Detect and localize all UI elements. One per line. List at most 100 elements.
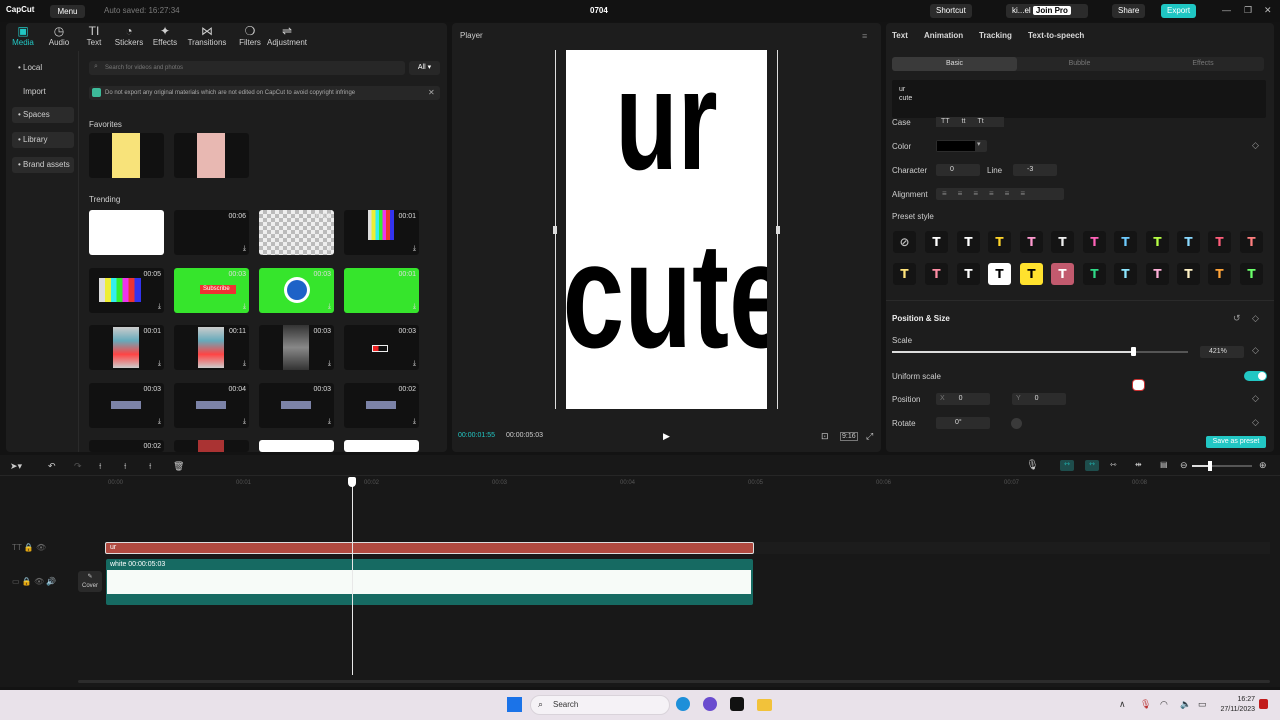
split-icon[interactable]: ⟊ [99, 461, 101, 472]
media-thumbnail[interactable] [259, 440, 334, 452]
preset-style-6[interactable]: T [1051, 231, 1074, 253]
media-thumbnail[interactable]: 00:04 ⤓ [174, 383, 249, 428]
play-icon[interactable]: ▶ [663, 431, 670, 442]
position-y-input[interactable]: Y0 [1012, 393, 1066, 405]
file-explorer-icon[interactable] [757, 699, 772, 711]
zoom-out-icon[interactable]: ⊖ [1180, 460, 1188, 471]
toolbar-effects[interactable]: ✦ Effects [145, 24, 185, 47]
favorite-pink[interactable] [174, 133, 249, 178]
media-thumbnail[interactable]: 00:03 ⤓ [259, 383, 334, 428]
sidebar-item-library[interactable]: • Library [12, 132, 74, 148]
tab-text-to-speech[interactable]: Text-to-speech [1028, 31, 1084, 40]
close-icon[interactable]: ✕ [1264, 5, 1272, 16]
sidebar-item-spaces[interactable]: • Spaces [12, 107, 74, 123]
alignment-buttons[interactable]: ≡≡≡≡≡≡ [936, 188, 1064, 200]
case-lower[interactable]: tt [962, 118, 966, 125]
subtab-effects[interactable]: Effects [1142, 57, 1264, 71]
preset-style-19[interactable]: T [1083, 263, 1106, 285]
preset-style-14[interactable]: T [925, 263, 948, 285]
uniform-scale-toggle[interactable] [1244, 371, 1267, 381]
preset-style-4[interactable]: T [988, 231, 1011, 253]
scale-slider[interactable] [892, 347, 1188, 356]
search-input[interactable]: Search for videos and photos [89, 61, 405, 75]
no-style-icon[interactable]: ⊘ [893, 231, 916, 253]
text-clip[interactable]: ur [105, 542, 754, 554]
media-thumbnail[interactable]: 00:03 ⤓ [344, 325, 419, 370]
discord-icon[interactable] [703, 697, 717, 711]
character-spacing-input[interactable]: 0 [936, 164, 980, 176]
preset-style-22[interactable]: T [1177, 263, 1200, 285]
wifi-icon[interactable]: ◠ [1160, 699, 1168, 710]
windows-start-icon[interactable] [507, 697, 522, 712]
preset-style-7[interactable]: T [1083, 231, 1106, 253]
download-icon[interactable]: ⤓ [243, 360, 246, 368]
download-icon[interactable]: ⤓ [243, 245, 246, 253]
cover-button[interactable]: ✎ Cover [78, 571, 102, 592]
video-clip[interactable]: white 00:00:05:03 [106, 559, 753, 605]
toolbar-filters[interactable]: ❍ Filters [230, 24, 270, 47]
toolbar-transitions[interactable]: ⋈ Transitions [185, 24, 229, 47]
position-x-input[interactable]: X0 [936, 393, 990, 405]
media-thumbnail[interactable]: 00:01 ⤓ [89, 325, 164, 370]
preset-style-15[interactable]: T [957, 263, 980, 285]
undo-icon[interactable]: ↶ [48, 461, 56, 472]
keyframe-icon[interactable]: ◇ [1252, 393, 1259, 404]
keyframe-icon[interactable]: ◇ [1252, 417, 1259, 428]
microphone-icon[interactable]: 🎙 [1026, 460, 1039, 471]
preset-style-10[interactable]: T [1177, 231, 1200, 253]
split-left-icon[interactable]: ⟊ [124, 461, 126, 472]
minimize-icon[interactable]: — [1222, 5, 1231, 15]
download-icon[interactable]: ⤓ [328, 303, 331, 311]
preset-style-3[interactable]: T [957, 231, 980, 253]
tray-chevron-icon[interactable]: ∧ [1119, 699, 1126, 710]
preset-style-9[interactable]: T [1146, 231, 1169, 253]
media-thumbnail[interactable]: 00:03 ⤓ [89, 383, 164, 428]
preset-style-20[interactable]: T [1114, 263, 1137, 285]
tab-animation[interactable]: Animation [924, 31, 963, 40]
redo-icon[interactable]: ↷ [74, 461, 82, 472]
notification-icon[interactable] [1259, 699, 1268, 709]
media-thumbnail[interactable]: 00:06 ⤓ [174, 210, 249, 255]
caption-icon[interactable]: ▤ [1160, 460, 1168, 469]
sidebar-item-brand-assets[interactable]: • Brand assets [12, 157, 74, 173]
download-icon[interactable]: ⤓ [243, 303, 246, 311]
clock-time[interactable]: 16:27 [1215, 696, 1255, 703]
download-icon[interactable]: ⤓ [243, 418, 246, 426]
maximize-icon[interactable]: ❐ [1244, 5, 1252, 16]
download-icon[interactable]: ⤓ [158, 360, 161, 368]
reset-icon[interactable]: ↺ [1233, 313, 1241, 324]
playhead[interactable] [352, 482, 353, 675]
preset-style-2[interactable]: T [925, 231, 948, 253]
share-button[interactable]: Share [1112, 4, 1146, 18]
preset-style-23[interactable]: T [1208, 263, 1231, 285]
taskbar-search[interactable]: Search [530, 695, 670, 715]
preset-style-12[interactable]: T [1240, 231, 1263, 253]
keyframe-icon[interactable]: ◇ [1252, 140, 1259, 151]
download-icon[interactable]: ⤓ [328, 418, 331, 426]
favorite-yellow[interactable] [89, 133, 164, 178]
sidebar-item-import[interactable]: Import [12, 84, 74, 100]
tab-text[interactable]: Text [892, 31, 908, 40]
download-icon[interactable]: ⤓ [328, 245, 331, 253]
export-button[interactable]: Export [1161, 4, 1197, 18]
clock-date[interactable]: 27/11/2023 [1205, 706, 1255, 713]
media-thumbnail[interactable]: 00:03 ⤓ [259, 268, 334, 313]
playhead-handle[interactable] [348, 477, 356, 487]
keyframe-icon[interactable]: ◇ [1252, 313, 1259, 324]
media-thumbnail[interactable] [174, 440, 249, 452]
media-thumbnail[interactable]: Subscribe 00:03 ⤓ [174, 268, 249, 313]
rotate-dial-icon[interactable] [1011, 418, 1022, 429]
case-options[interactable]: TT tt Tt [936, 117, 1004, 127]
subtab-bubble[interactable]: Bubble [1017, 57, 1142, 71]
media-thumbnail[interactable]: 00:02 [89, 440, 164, 452]
toolbar-media[interactable]: ▣ Media [3, 24, 43, 47]
download-icon[interactable]: ⤓ [413, 418, 416, 426]
preset-style-24[interactable]: T [1240, 263, 1263, 285]
toolbar-stickers[interactable]: ◔ Stickers [109, 24, 149, 47]
download-icon[interactable]: ⤓ [413, 303, 416, 311]
preset-style-5[interactable]: T [1020, 231, 1043, 253]
media-thumbnail[interactable]: 00:02 ⤓ [259, 210, 334, 255]
scale-input[interactable]: 421% [1200, 346, 1244, 358]
color-picker[interactable]: ▾ [936, 140, 987, 152]
download-icon[interactable]: ⤓ [158, 303, 161, 311]
